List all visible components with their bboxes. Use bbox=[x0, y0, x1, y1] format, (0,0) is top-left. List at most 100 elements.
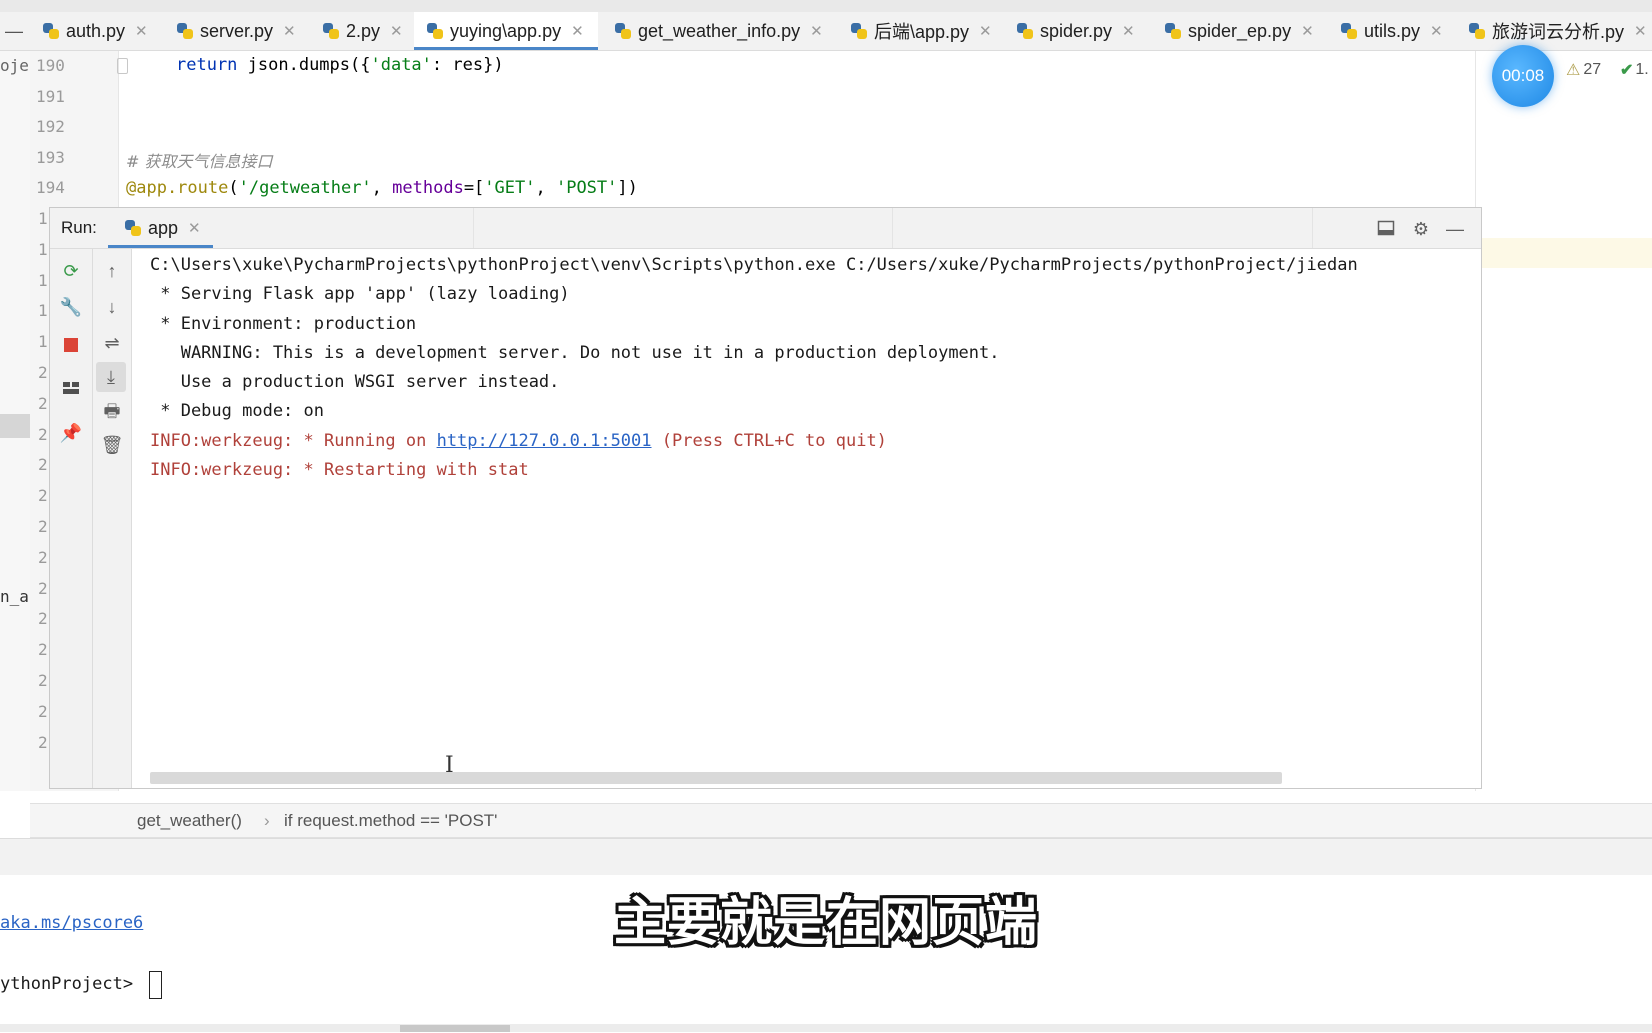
info-prefix: INFO:werkzeug: * Running on bbox=[150, 431, 437, 451]
pin-icon[interactable]: 📌 bbox=[59, 421, 83, 445]
python-file-icon bbox=[42, 22, 60, 40]
console-info-line: INFO:werkzeug: * Restarting with stat bbox=[150, 460, 529, 480]
hidden-line-digit: 2 bbox=[38, 578, 48, 598]
code-line-194[interactable]: @app.route('/getweather', methods=['GET'… bbox=[126, 178, 638, 198]
info-suffix: (Press CTRL+C to quit) bbox=[651, 431, 887, 451]
run-tab-label: app bbox=[148, 217, 179, 238]
line-number: 194 bbox=[36, 178, 65, 197]
wrench-icon[interactable]: 🔧 bbox=[59, 295, 83, 319]
close-icon[interactable]: ✕ bbox=[1301, 22, 1314, 40]
code-string: 'GET' bbox=[484, 178, 536, 198]
tab-spider-ep-py[interactable]: spider_ep.py ✕ bbox=[1164, 12, 1314, 50]
tab-label: 旅游词云分析.py bbox=[1492, 22, 1625, 42]
close-icon[interactable]: ✕ bbox=[390, 22, 403, 40]
hidden-line-digit: 1 bbox=[38, 239, 48, 259]
code-line-193[interactable]: # 获取天气信息接口 bbox=[126, 148, 273, 172]
code-line-190[interactable]: return json.dumps({'data': res}) bbox=[176, 55, 504, 75]
scroll-to-end-icon[interactable]: ⤓ bbox=[96, 362, 126, 392]
hidden-line-digit: 2 bbox=[38, 424, 48, 444]
line-number: 190 bbox=[36, 56, 65, 75]
breadcrumb-function[interactable]: get_weather() bbox=[137, 811, 242, 831]
horizontal-scrollbar[interactable] bbox=[150, 772, 1282, 784]
hidden-line-digit: 2 bbox=[38, 517, 48, 536]
tab-label: spider_ep.py bbox=[1188, 20, 1292, 41]
code-string: '/getweather' bbox=[238, 178, 372, 198]
recording-timer[interactable]: 00:08 bbox=[1492, 45, 1554, 107]
close-icon[interactable]: ✕ bbox=[135, 22, 148, 40]
soft-wrap-icon[interactable]: ⇌ bbox=[100, 331, 124, 355]
project-panel-edge[interactable]: oje n_a bbox=[0, 51, 31, 791]
project-panel-fragment: oje bbox=[0, 56, 29, 75]
project-panel-fragment: n_a bbox=[0, 587, 29, 606]
python-file-icon bbox=[1468, 22, 1486, 40]
python-file-icon bbox=[850, 22, 868, 40]
minimize-icon[interactable]: — bbox=[1445, 219, 1465, 239]
gear-icon[interactable]: ⚙ bbox=[1411, 219, 1431, 239]
checks-count: 1. bbox=[1635, 61, 1649, 78]
close-icon[interactable]: ✕ bbox=[1634, 22, 1647, 40]
hidden-line-digit: 2 bbox=[38, 609, 48, 629]
check-icon: ✔ bbox=[1620, 62, 1634, 79]
tab-utils-py[interactable]: utils.py ✕ bbox=[1340, 12, 1443, 50]
tab-label: spider.py bbox=[1040, 20, 1113, 41]
hidden-line-digit: 2 bbox=[38, 547, 48, 567]
python-file-icon bbox=[176, 22, 194, 40]
breadcrumb-condition[interactable]: if request.method == 'POST' bbox=[284, 811, 497, 831]
warnings-count: 27 bbox=[1583, 61, 1602, 78]
hidden-line-digit: 2 bbox=[38, 393, 48, 413]
hidden-line-digit: 2 bbox=[38, 486, 48, 506]
console-line: C:\Users\xuke\PycharmProjects\pythonProj… bbox=[150, 255, 1358, 275]
tab-auth-py[interactable]: auth.py ✕ bbox=[42, 12, 148, 50]
tab-backend-app-py[interactable]: 后端\app.py ✕ bbox=[850, 12, 992, 50]
tab-label: utils.py bbox=[1364, 20, 1421, 41]
close-icon[interactable]: ✕ bbox=[571, 22, 584, 40]
code-string: 'data' bbox=[370, 55, 432, 75]
console-line: * Environment: production bbox=[150, 314, 417, 334]
rerun-icon[interactable]: ⟳ bbox=[59, 259, 83, 283]
warnings-indicator[interactable]: ⚠ 27 bbox=[1566, 60, 1601, 80]
close-icon[interactable]: ✕ bbox=[1122, 22, 1135, 40]
run-label: Run: bbox=[61, 218, 97, 237]
close-icon[interactable]: ✕ bbox=[283, 22, 296, 40]
tab-2-py[interactable]: 2.py ✕ bbox=[322, 12, 403, 50]
line-number: 193 bbox=[36, 148, 65, 167]
tab-server-py[interactable]: server.py ✕ bbox=[176, 12, 296, 50]
trash-icon[interactable]: 🗑 bbox=[100, 433, 124, 457]
close-icon[interactable]: ✕ bbox=[188, 219, 201, 237]
console-line: * Debug mode: on bbox=[150, 401, 324, 421]
hidden-line-digit: 2 bbox=[38, 640, 48, 660]
tab-label: yuying\app.py bbox=[450, 20, 562, 41]
arrow-up-icon[interactable]: ↑ bbox=[100, 259, 124, 283]
server-url-link[interactable]: http://127.0.0.1:5001 bbox=[437, 431, 652, 451]
line-number: 192 bbox=[36, 117, 65, 136]
code-text: json.dumps({ bbox=[237, 55, 371, 75]
checks-indicator[interactable]: ✔ 1. bbox=[1620, 60, 1649, 80]
tab-yuying-app-py[interactable]: yuying\app.py ✕ bbox=[414, 12, 598, 50]
tab-spider-py[interactable]: spider.py ✕ bbox=[1016, 12, 1135, 50]
tab-get-weather-info-py[interactable]: get_weather_info.py ✕ bbox=[614, 12, 823, 50]
close-icon[interactable]: ✕ bbox=[810, 22, 823, 40]
header-divider bbox=[473, 208, 474, 248]
close-icon[interactable]: ✕ bbox=[979, 22, 992, 40]
code-text: , bbox=[535, 178, 556, 198]
bottom-scrollbar-thumb[interactable] bbox=[400, 1025, 510, 1032]
run-tab-app[interactable]: app ✕ bbox=[108, 208, 213, 248]
tab-tourism-wordcloud-py[interactable]: 旅游词云分析.py ✕ bbox=[1468, 12, 1647, 50]
code-text: ]) bbox=[617, 178, 638, 198]
arrow-down-icon[interactable]: ↓ bbox=[100, 295, 124, 319]
run-toolbar-primary: ⟳ 🔧 📌 bbox=[50, 249, 93, 788]
fold-marker-icon[interactable] bbox=[117, 58, 128, 74]
layout-grid-icon[interactable] bbox=[59, 377, 83, 401]
code-text: ( bbox=[228, 178, 239, 198]
hidden-line-digit: 1 bbox=[38, 209, 48, 228]
close-icon[interactable]: ✕ bbox=[1430, 22, 1443, 40]
bottom-scrollbar[interactable] bbox=[0, 1024, 1652, 1032]
tab-menu-button[interactable]: — bbox=[0, 12, 28, 50]
hidden-line-digit: 1 bbox=[38, 301, 48, 321]
stop-icon[interactable] bbox=[59, 333, 83, 357]
warning-icon: ⚠ bbox=[1566, 62, 1581, 79]
print-icon[interactable]: 🖶 bbox=[100, 399, 124, 423]
hidden-line-digit: 2 bbox=[38, 701, 48, 721]
run-toolbar-secondary: ↑ ↓ ⇌ ⤓ 🖶 🗑 bbox=[93, 249, 132, 788]
layout-icon[interactable] bbox=[1376, 219, 1396, 239]
